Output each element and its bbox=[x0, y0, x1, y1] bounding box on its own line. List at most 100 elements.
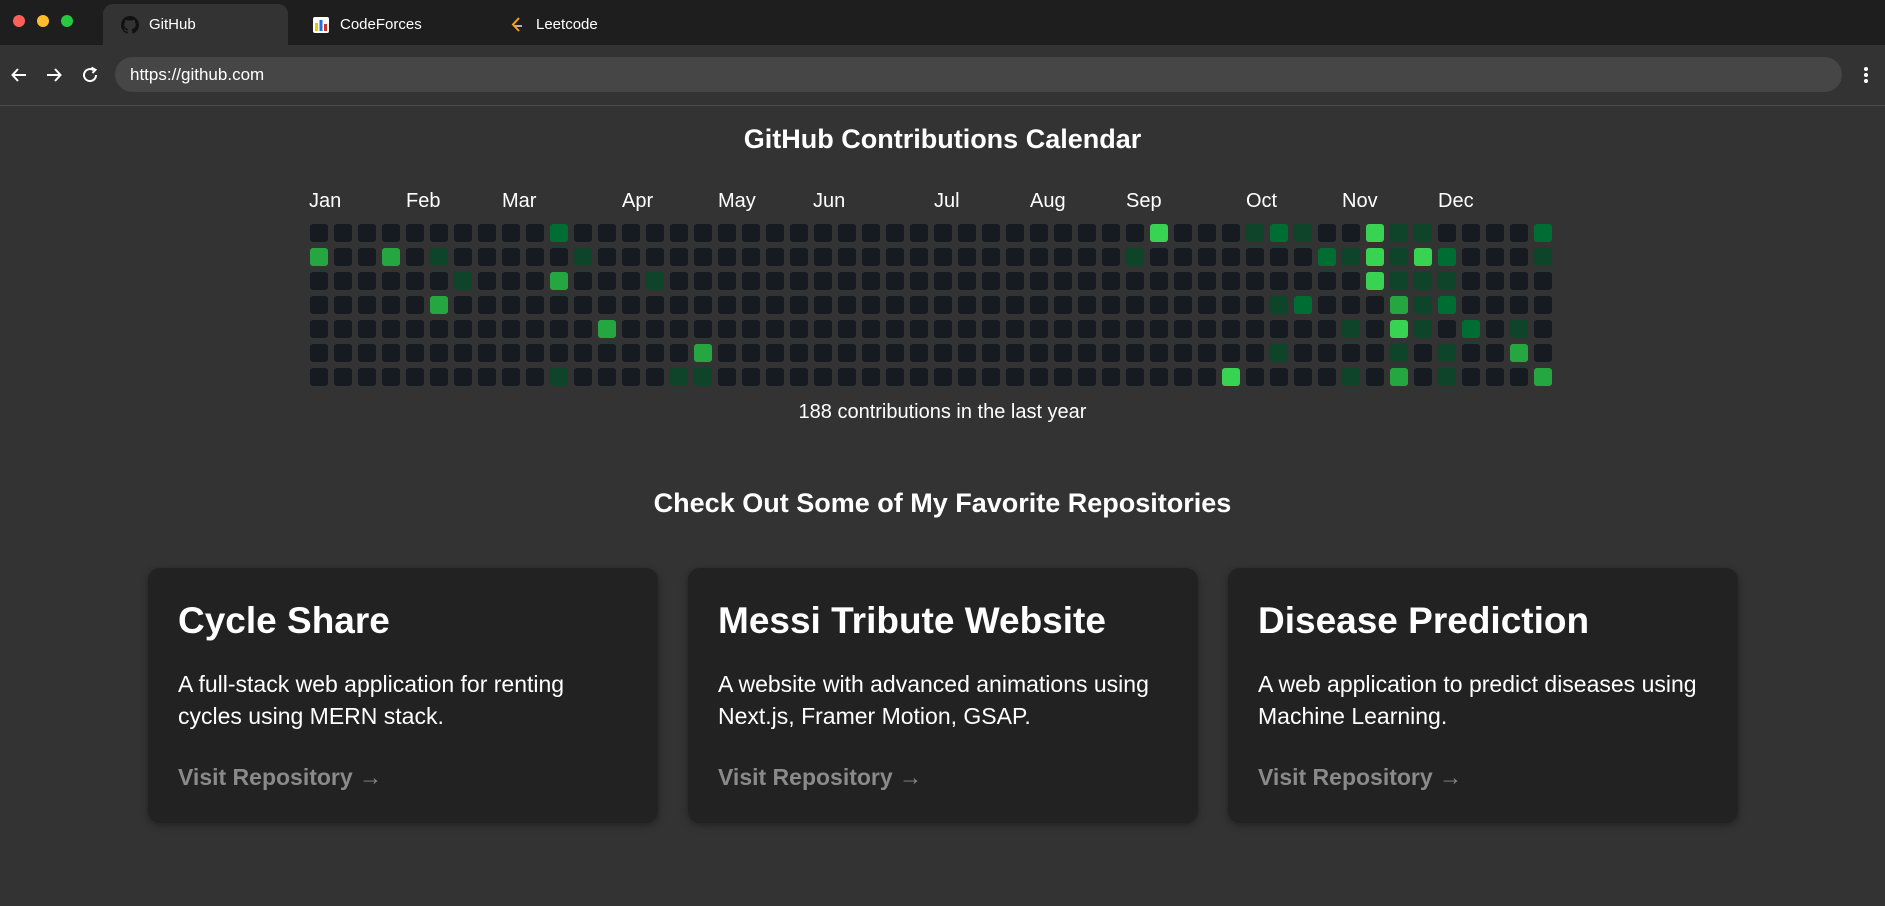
more-menu-icon[interactable] bbox=[1858, 63, 1874, 87]
contribution-cell bbox=[358, 320, 376, 338]
visit-repository-link[interactable]: Visit Repository → bbox=[718, 764, 922, 791]
contribution-cell bbox=[1342, 320, 1360, 338]
contribution-cell bbox=[982, 296, 1000, 314]
contribution-cell bbox=[934, 368, 952, 386]
contribution-cell bbox=[1126, 320, 1144, 338]
contribution-cell bbox=[814, 224, 832, 242]
contribution-cell bbox=[1174, 320, 1192, 338]
tab-codeforces[interactable]: CodeForces bbox=[294, 4, 479, 45]
contribution-cell bbox=[982, 320, 1000, 338]
month-label: Jul bbox=[934, 190, 960, 212]
contribution-cell bbox=[838, 344, 856, 362]
visit-repository-link[interactable]: Visit Repository → bbox=[178, 764, 382, 791]
contribution-cell bbox=[334, 296, 352, 314]
contribution-cell bbox=[910, 272, 928, 290]
contribution-cell bbox=[1102, 368, 1120, 386]
tab-leetcode[interactable]: Leetcode bbox=[490, 4, 675, 45]
contribution-cell bbox=[406, 272, 424, 290]
address-bar[interactable]: https://github.com bbox=[115, 57, 1842, 92]
contribution-cell bbox=[1270, 272, 1288, 290]
contribution-cell bbox=[454, 296, 472, 314]
contribution-cell bbox=[358, 296, 376, 314]
contribution-cell bbox=[814, 272, 832, 290]
contribution-cell bbox=[574, 248, 592, 266]
contribution-cell bbox=[1438, 296, 1456, 314]
contribution-cell bbox=[742, 296, 760, 314]
maximize-window-button[interactable] bbox=[61, 15, 73, 27]
contribution-cell bbox=[1198, 368, 1216, 386]
contribution-cell bbox=[1486, 248, 1504, 266]
contribution-cell bbox=[502, 248, 520, 266]
contribution-cell bbox=[1366, 320, 1384, 338]
contribution-cell bbox=[478, 248, 496, 266]
contribution-cell bbox=[406, 344, 424, 362]
contribution-cell bbox=[766, 296, 784, 314]
contribution-cell bbox=[1270, 296, 1288, 314]
forward-arrow-icon[interactable] bbox=[42, 63, 66, 87]
contribution-cell bbox=[622, 224, 640, 242]
repo-description: A website with advanced animations using… bbox=[718, 671, 1149, 729]
contribution-cell bbox=[1294, 272, 1312, 290]
reload-icon[interactable] bbox=[78, 63, 102, 87]
contribution-cell bbox=[1294, 248, 1312, 266]
contribution-cell bbox=[454, 320, 472, 338]
tab-github[interactable]: GitHub bbox=[103, 4, 288, 45]
contribution-cell bbox=[934, 344, 952, 362]
contribution-cell bbox=[1030, 248, 1048, 266]
contribution-cell bbox=[1510, 320, 1528, 338]
contribution-cell bbox=[814, 344, 832, 362]
contribution-cell bbox=[958, 248, 976, 266]
contribution-cell bbox=[1510, 272, 1528, 290]
back-arrow-icon[interactable] bbox=[7, 63, 31, 87]
contribution-cell bbox=[526, 272, 544, 290]
contribution-cell bbox=[1222, 368, 1240, 386]
contribution-cell bbox=[670, 272, 688, 290]
contribution-cell bbox=[886, 272, 904, 290]
contribution-cell bbox=[334, 224, 352, 242]
contribution-cell bbox=[430, 296, 448, 314]
close-window-button[interactable] bbox=[13, 15, 25, 27]
contribution-cell bbox=[1462, 320, 1480, 338]
contribution-cell bbox=[862, 248, 880, 266]
contribution-cell bbox=[910, 368, 928, 386]
url-text: https://github.com bbox=[130, 64, 265, 84]
contribution-cell bbox=[718, 248, 736, 266]
contribution-cell bbox=[910, 320, 928, 338]
contribution-cell bbox=[646, 368, 664, 386]
contribution-cell bbox=[1198, 224, 1216, 242]
contribution-cell bbox=[1414, 296, 1432, 314]
repo-card-disease-prediction: Disease Prediction A web application to … bbox=[1228, 568, 1738, 823]
contribution-cell bbox=[982, 368, 1000, 386]
contribution-cell bbox=[1438, 368, 1456, 386]
contribution-cell bbox=[1150, 272, 1168, 290]
contribution-cell bbox=[334, 272, 352, 290]
contribution-cell bbox=[1150, 296, 1168, 314]
contribution-cell bbox=[694, 320, 712, 338]
contribution-cell bbox=[766, 320, 784, 338]
contribution-cell bbox=[1126, 272, 1144, 290]
contribution-cell bbox=[1102, 344, 1120, 362]
contribution-cell bbox=[1534, 296, 1552, 314]
contribution-cell bbox=[1438, 320, 1456, 338]
contribution-cell bbox=[1270, 344, 1288, 362]
contribution-cell bbox=[790, 248, 808, 266]
contribution-cell bbox=[1174, 296, 1192, 314]
contribution-cell bbox=[502, 272, 520, 290]
contribution-cell bbox=[454, 344, 472, 362]
month-label: Mar bbox=[502, 190, 537, 212]
visit-repository-link[interactable]: Visit Repository → bbox=[1258, 764, 1462, 791]
contribution-cell bbox=[382, 368, 400, 386]
contribution-cell bbox=[790, 344, 808, 362]
contribution-cell bbox=[1486, 272, 1504, 290]
minimize-window-button[interactable] bbox=[37, 15, 49, 27]
repos-section-title: Check Out Some of My Favorite Repositori… bbox=[653, 488, 1232, 518]
repo-description: A full-stack web application for renting… bbox=[178, 671, 565, 729]
contribution-cell bbox=[1462, 224, 1480, 242]
contribution-cell bbox=[838, 368, 856, 386]
contribution-cell bbox=[1246, 296, 1264, 314]
contribution-cell bbox=[1366, 296, 1384, 314]
contribution-cell bbox=[934, 296, 952, 314]
month-label: Jun bbox=[813, 190, 846, 212]
contribution-cell bbox=[1198, 248, 1216, 266]
contribution-cell bbox=[382, 272, 400, 290]
